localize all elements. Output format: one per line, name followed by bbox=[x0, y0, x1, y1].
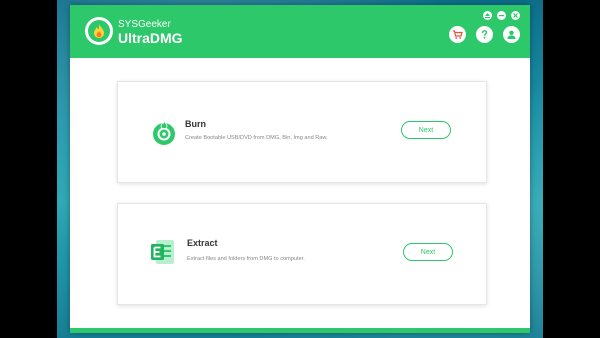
burn-card: Burn Create Bootable USB/DVD from DMG, B… bbox=[117, 81, 487, 183]
brand-vendor: SYSGeeker bbox=[118, 19, 171, 30]
extract-description: Extract files and folders from DMG to co… bbox=[187, 256, 305, 262]
app-window: SYSGeeker UltraDMG Burn Create Bootable … bbox=[70, 5, 530, 333]
app-title: UltraDMG bbox=[118, 30, 183, 46]
window-controls bbox=[483, 11, 520, 20]
extract-file-icon bbox=[150, 237, 176, 264]
eject-icon[interactable] bbox=[483, 11, 492, 20]
app-header: SYSGeeker UltraDMG bbox=[70, 5, 530, 58]
user-icon[interactable] bbox=[503, 26, 520, 43]
header-actions bbox=[449, 26, 520, 43]
burn-description: Create Bootable USB/DVD from DMG, Bin, I… bbox=[185, 135, 328, 141]
flame-icon bbox=[94, 24, 104, 38]
burn-title: Burn bbox=[185, 119, 206, 129]
cart-icon[interactable] bbox=[449, 26, 466, 43]
bottom-accent-bar bbox=[70, 328, 530, 333]
extract-card: Extract Extract files and folders from D… bbox=[117, 203, 487, 305]
minimize-icon[interactable] bbox=[497, 11, 506, 20]
app-logo bbox=[85, 17, 113, 45]
help-icon[interactable] bbox=[476, 26, 493, 43]
burn-next-button[interactable]: Next bbox=[401, 121, 451, 139]
extract-title: Extract bbox=[187, 238, 218, 248]
burn-disc-icon bbox=[151, 119, 177, 146]
extract-next-button[interactable]: Next bbox=[403, 243, 453, 261]
close-icon[interactable] bbox=[511, 11, 520, 20]
